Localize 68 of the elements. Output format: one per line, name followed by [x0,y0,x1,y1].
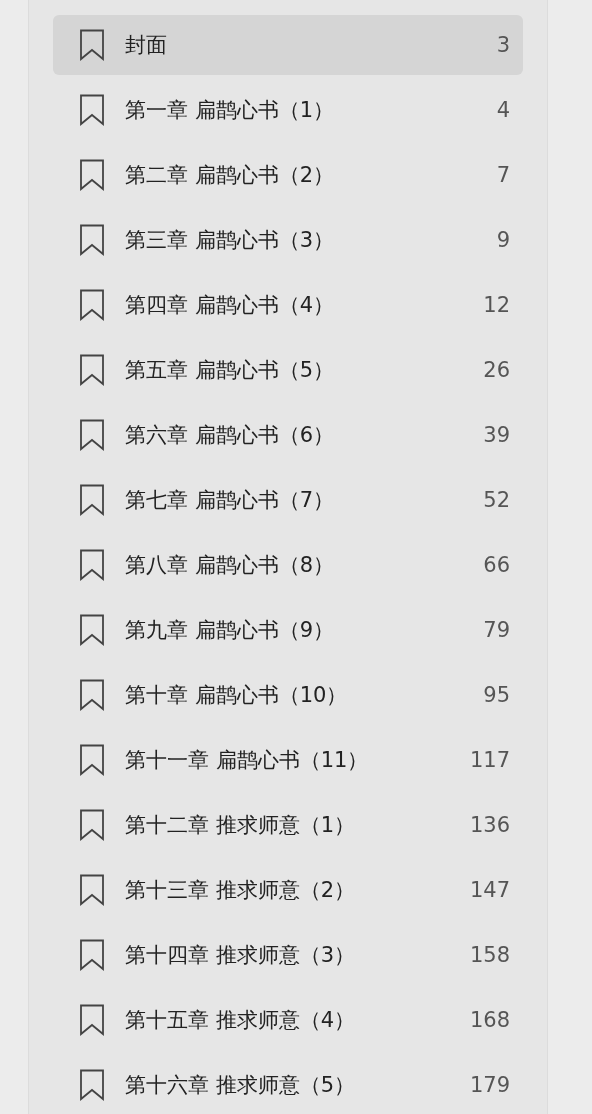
bookmark-icon [79,549,105,581]
page-number: 9 [496,228,510,252]
toc-item[interactable]: 第六章 扁鹊心书（6） 39 [53,405,523,465]
page-number: 136 [469,813,510,837]
toc-item[interactable]: 第五章 扁鹊心书（5） 26 [53,340,523,400]
toc-item[interactable]: 第十章 扁鹊心书（10） 95 [53,665,523,725]
bookmark-icon [79,1004,105,1036]
toc-item[interactable]: 第一章 扁鹊心书（1） 4 [53,80,523,140]
page-number: 158 [469,943,510,967]
page-number: 179 [469,1073,510,1097]
chapter-title: 封面 [125,32,168,59]
chapter-title: 第十五章 推求师意（4） [125,1007,357,1034]
page-number: 7 [496,163,510,187]
bookmark-icon [79,874,105,906]
toc-item[interactable]: 第四章 扁鹊心书（4） 12 [53,275,523,335]
page-number: 12 [483,293,510,317]
chapter-title: 第十一章 扁鹊心书（11） [125,747,370,774]
chapter-title: 第六章 扁鹊心书（6） [125,422,336,449]
bookmark-icon [79,614,105,646]
toc-item[interactable]: 第十四章 推求师意（3） 158 [53,925,523,985]
chapter-title: 第七章 扁鹊心书（7） [125,487,336,514]
bookmark-icon [79,29,105,61]
page-number: 117 [469,748,510,772]
page-number: 4 [496,98,510,122]
bookmark-icon [79,289,105,321]
chapter-title: 第十章 扁鹊心书（10） [125,682,349,709]
chapter-title: 第二章 扁鹊心书（2） [125,162,336,189]
toc-item[interactable]: 第七章 扁鹊心书（7） 52 [53,470,523,530]
toc-item[interactable]: 第十二章 推求师意（1） 136 [53,795,523,855]
toc-item[interactable]: 第十六章 推求师意（5） 179 [53,1055,523,1114]
page-number: 79 [483,618,510,642]
chapter-title: 第一章 扁鹊心书（1） [125,97,336,124]
bookmark-icon [79,159,105,191]
chapter-title: 第十二章 推求师意（1） [125,812,357,839]
chapter-title: 第八章 扁鹊心书（8） [125,552,336,579]
toc-item[interactable]: 第九章 扁鹊心书（9） 79 [53,600,523,660]
chapter-title: 第十四章 推求师意（3） [125,942,357,969]
page-number: 39 [483,423,510,447]
toc-item[interactable]: 第十一章 扁鹊心书（11） 117 [53,730,523,790]
chapter-title: 第五章 扁鹊心书（5） [125,357,336,384]
toc-item[interactable]: 封面 3 [53,15,523,75]
bookmark-icon [79,484,105,516]
bookmark-icon [79,94,105,126]
toc-item[interactable]: 第二章 扁鹊心书（2） 7 [53,145,523,205]
page-number: 168 [469,1008,510,1032]
bookmark-icon [79,744,105,776]
bookmark-icon [79,939,105,971]
page-number: 52 [483,488,510,512]
bookmark-icon [79,1069,105,1101]
chapter-title: 第十三章 推求师意（2） [125,877,357,904]
toc-item[interactable]: 第十三章 推求师意（2） 147 [53,860,523,920]
bookmark-icon [79,679,105,711]
chapter-title: 第三章 扁鹊心书（3） [125,227,336,254]
page-number: 26 [483,358,510,382]
page-number: 66 [483,553,510,577]
toc-item[interactable]: 第八章 扁鹊心书（8） 66 [53,535,523,595]
bookmark-icon [79,419,105,451]
bookmark-icon [79,224,105,256]
bookmark-icon [79,354,105,386]
page-number: 147 [469,878,510,902]
chapter-title: 第四章 扁鹊心书（4） [125,292,336,319]
chapter-title: 第十六章 推求师意（5） [125,1072,357,1099]
page-number: 3 [496,33,510,57]
bookmark-icon [79,809,105,841]
page-number: 95 [483,683,510,707]
toc-item[interactable]: 第三章 扁鹊心书（3） 9 [53,210,523,270]
toc-item[interactable]: 第十五章 推求师意（4） 168 [53,990,523,1050]
chapter-title: 第九章 扁鹊心书（9） [125,617,336,644]
